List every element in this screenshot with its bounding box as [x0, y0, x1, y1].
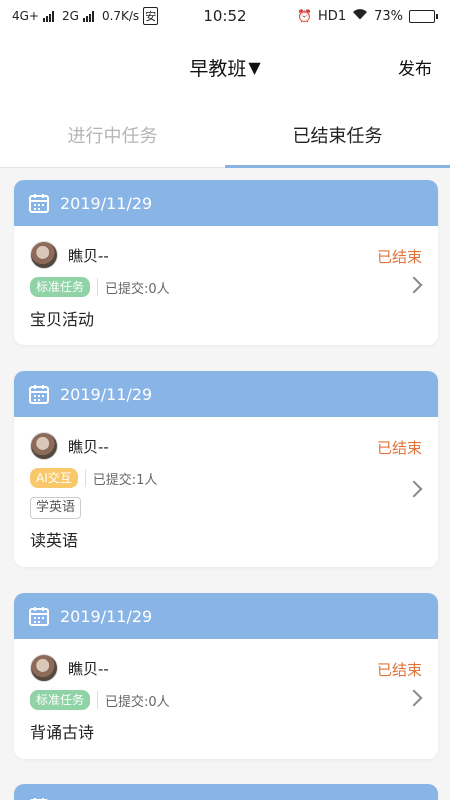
battery-percent: 73% — [374, 8, 403, 24]
status-left: 4G+ 2G 0.7K/s 安 — [12, 7, 297, 25]
card-date: 2019/11/29 — [60, 193, 153, 213]
status-badge: 已结束 — [376, 439, 422, 457]
card-user-row: 瞧贝-- — [30, 653, 422, 683]
alarm-icon: ⏰ — [297, 9, 313, 23]
class-name: 早教班 — [189, 57, 247, 80]
card-meta-row: 标准任务 已提交:0人 — [30, 689, 422, 711]
class-selector[interactable]: 早教班 ▼ — [189, 54, 260, 81]
network-type-1: 4G+ — [12, 9, 39, 23]
task-card[interactable]: 2019/11/29 瞧贝-- 已结束 标准任务 已提交:0人 宝贝活动 — [14, 180, 438, 345]
signal-icon-2 — [82, 10, 94, 22]
calendar-icon — [28, 192, 50, 214]
status-badge: 已结束 — [376, 661, 422, 679]
calendar-icon — [28, 605, 50, 627]
card-user-row: 瞧贝-- — [30, 431, 422, 461]
card-date-header: 2019/11/29 — [14, 371, 438, 417]
submitted-count: 已提交:1人 — [92, 472, 158, 488]
card-date: 2019/11/29 — [60, 606, 153, 626]
calendar-icon — [28, 383, 50, 405]
avatar — [30, 654, 58, 682]
hd-indicator: HD1 — [318, 8, 347, 24]
card-user-row: 瞧贝-- — [30, 240, 422, 270]
status-badge: 已结束 — [376, 248, 422, 266]
battery-icon — [409, 9, 438, 23]
meta-divider — [97, 278, 99, 296]
task-tabs: 进行中任务 已结束任务 — [0, 102, 450, 168]
publish-button[interactable]: 发布 — [398, 55, 432, 80]
tab-finished[interactable]: 已结束任务 — [225, 102, 450, 168]
user-name: 瞧贝-- — [68, 437, 109, 456]
task-card[interactable]: 2019/11/29 瞧贝-- 已结束 标准任务 已提交:0人 背诵古诗 — [14, 593, 438, 759]
user-name: 瞧贝-- — [68, 246, 109, 265]
task-title: 读英语 — [30, 531, 79, 550]
task-type-badge: AI交互 — [30, 468, 78, 488]
task-title: 背诵古诗 — [30, 723, 95, 742]
submitted-count: 已提交:0人 — [105, 281, 170, 297]
status-right: ⏰ HD1 73% — [297, 8, 438, 24]
meta-divider — [84, 469, 86, 487]
network-type-2: 2G — [62, 9, 79, 23]
card-body: 瞧贝-- 已结束 标准任务 已提交:0人 宝贝活动 — [14, 226, 438, 342]
task-card[interactable]: 2019/11/29 瞧贝-- 已结束 AI交互 已提交:1人 学英语 读英语 — [14, 371, 438, 567]
wifi-icon — [352, 8, 368, 24]
task-type-badge: 标准任务 — [30, 277, 91, 297]
tab-in-progress[interactable]: 进行中任务 — [0, 102, 225, 167]
avatar — [30, 432, 58, 460]
card-meta-row: 标准任务 已提交:0人 — [30, 276, 422, 298]
card-date-header: 2019/11/29 — [14, 593, 438, 639]
meta-divider — [97, 691, 99, 709]
task-title: 宝贝活动 — [30, 310, 95, 329]
card-date-header: 2019/11/29 — [14, 180, 438, 226]
user-name: 瞧贝-- — [68, 659, 109, 678]
card-date-header — [14, 784, 438, 800]
avatar — [30, 241, 58, 269]
security-icon: 安 — [143, 7, 159, 25]
signal-icon — [43, 10, 54, 22]
calendar-icon — [28, 796, 50, 800]
card-meta-row: AI交互 已提交:1人 — [30, 467, 422, 489]
submitted-count: 已提交:0人 — [105, 694, 170, 710]
status-bar: 4G+ 2G 0.7K/s 安 10:52 ⏰ HD1 73% — [0, 0, 450, 32]
task-type-badge: 标准任务 — [30, 690, 91, 710]
task-card[interactable] — [14, 784, 438, 800]
card-body: 瞧贝-- 已结束 AI交互 已提交:1人 学英语 读英语 — [14, 417, 438, 563]
card-date: 2019/11/29 — [60, 384, 153, 404]
card-body: 瞧贝-- 已结束 标准任务 已提交:0人 背诵古诗 — [14, 639, 438, 755]
app-header: 早教班 ▼ 发布 — [0, 32, 450, 102]
dropdown-triangle-icon: ▼ — [248, 57, 261, 77]
task-tag: 学英语 — [30, 497, 82, 519]
network-speed: 0.7K/s — [101, 9, 140, 23]
